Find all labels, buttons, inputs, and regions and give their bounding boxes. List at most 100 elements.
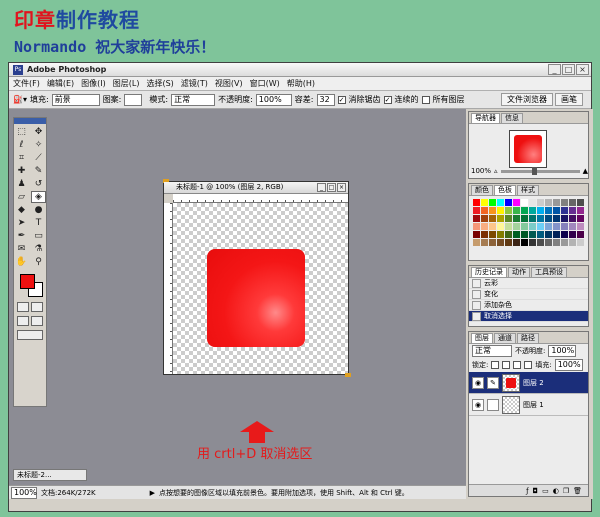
layer-mask-icon[interactable]: ◘: [533, 487, 539, 495]
eyedropper-icon[interactable]: ⚗: [31, 243, 46, 255]
color-swatch[interactable]: [497, 223, 504, 230]
jump-to-imageready-icon[interactable]: [17, 330, 43, 340]
tab-swatches[interactable]: 色板: [494, 185, 516, 195]
color-swatch[interactable]: [561, 223, 568, 230]
color-swatch[interactable]: [489, 207, 496, 214]
color-swatch[interactable]: [489, 239, 496, 246]
mode-select[interactable]: 正常: [171, 93, 216, 106]
lock-all-icon[interactable]: [524, 361, 533, 369]
history-item[interactable]: 变化: [469, 289, 588, 300]
color-swatch[interactable]: [473, 215, 480, 222]
history-item[interactable]: 云彩: [469, 278, 588, 289]
color-swatch[interactable]: [545, 223, 552, 230]
tab-channels[interactable]: 通道: [494, 333, 516, 343]
healing-brush-icon[interactable]: ✚: [14, 165, 29, 177]
color-swatch[interactable]: [497, 239, 504, 246]
type-tool-icon[interactable]: T: [31, 217, 46, 229]
visibility-eye-icon[interactable]: ◉: [472, 376, 484, 389]
color-swatch[interactable]: [529, 215, 536, 222]
color-swatch[interactable]: [505, 207, 512, 214]
lasso-tool-icon[interactable]: ℓ: [14, 139, 29, 151]
color-swatch[interactable]: [529, 223, 536, 230]
history-item[interactable]: 添加杂色: [469, 300, 588, 311]
vertical-ruler[interactable]: [164, 203, 173, 374]
color-swatch[interactable]: [481, 231, 488, 238]
menu-image[interactable]: 图像(I): [81, 78, 106, 89]
tab-history[interactable]: 历史记录: [471, 267, 507, 277]
lock-transparency-icon[interactable]: [491, 361, 500, 369]
zoom-out-icon[interactable]: ▵: [494, 167, 498, 175]
color-swatch[interactable]: [473, 223, 480, 230]
color-swatch[interactable]: [545, 207, 552, 214]
layer-opacity-input[interactable]: 100%: [548, 345, 577, 357]
close-button[interactable]: ×: [576, 64, 589, 75]
menu-help[interactable]: 帮助(H): [287, 78, 315, 89]
menu-edit[interactable]: 编辑(E): [47, 78, 74, 89]
color-swatch[interactable]: [545, 215, 552, 222]
layer-style-icon[interactable]: ƒ: [526, 487, 528, 495]
menu-view[interactable]: 视图(V): [215, 78, 243, 89]
color-swatch[interactable]: [529, 231, 536, 238]
status-doc-size[interactable]: 文档:264K/272K: [41, 488, 96, 498]
hand-tool-icon[interactable]: ✋: [14, 256, 29, 268]
new-layer-icon[interactable]: ❐: [563, 487, 569, 495]
color-swatch[interactable]: [473, 239, 480, 246]
quickmask-mode-icon[interactable]: [31, 302, 43, 312]
horizontal-ruler[interactable]: [173, 194, 348, 203]
standard-mode-icon[interactable]: [17, 302, 29, 312]
paint-bucket-icon[interactable]: ◈: [31, 191, 46, 203]
layer-row-selected[interactable]: ◉ ✎ 图层 2: [469, 372, 588, 394]
brush-tool-icon[interactable]: ✎: [31, 165, 46, 177]
menu-file[interactable]: 文件(F): [13, 78, 40, 89]
doc-minimize-button[interactable]: _: [317, 183, 326, 192]
fill-select[interactable]: 前景: [51, 93, 100, 106]
color-swatch[interactable]: [505, 231, 512, 238]
color-swatch[interactable]: [529, 199, 536, 206]
color-swatch[interactable]: [513, 207, 520, 214]
color-swatch[interactable]: [553, 207, 560, 214]
color-swatch[interactable]: [577, 207, 584, 214]
marquee-tool-icon[interactable]: ⬚: [14, 126, 29, 138]
layer-set-icon[interactable]: ▭: [542, 487, 549, 495]
color-swatch[interactable]: [473, 231, 480, 238]
clone-stamp-icon[interactable]: ♟: [14, 178, 29, 190]
color-swatch[interactable]: [537, 207, 544, 214]
pen-tool-icon[interactable]: ✒: [14, 230, 29, 242]
color-swatch[interactable]: [569, 215, 576, 222]
color-swatch[interactable]: [561, 231, 568, 238]
tab-styles[interactable]: 样式: [517, 185, 539, 195]
doc-maximize-button[interactable]: □: [327, 183, 336, 192]
opacity-input[interactable]: 100%: [255, 93, 292, 106]
color-swatch[interactable]: [577, 215, 584, 222]
eraser-tool-icon[interactable]: ▱: [14, 191, 29, 203]
color-swatch[interactable]: [513, 199, 520, 206]
screen-mode-standard-icon[interactable]: [17, 316, 29, 326]
color-swatch[interactable]: [513, 231, 520, 238]
layer-row[interactable]: ◉ 图层 1: [469, 394, 588, 416]
color-swatch[interactable]: [521, 231, 528, 238]
paint-bucket-tool-icon[interactable]: ⛽▾: [13, 95, 27, 104]
color-swatch[interactable]: [545, 199, 552, 206]
menu-layer[interactable]: 图层(L): [113, 78, 140, 89]
color-swatch[interactable]: [537, 239, 544, 246]
delete-layer-icon[interactable]: 🗑: [573, 487, 582, 495]
image-canvas[interactable]: [173, 203, 348, 374]
minimize-button[interactable]: _: [548, 64, 561, 75]
color-swatch[interactable]: [553, 199, 560, 206]
minimized-document[interactable]: 未标题-2...: [13, 469, 87, 481]
tab-navigator[interactable]: 导航器: [471, 113, 500, 123]
color-swatch[interactable]: [561, 239, 568, 246]
blend-mode-select[interactable]: 正常: [472, 345, 512, 357]
navigator-zoom-slider[interactable]: [500, 166, 580, 175]
adjustment-layer-icon[interactable]: ◐: [553, 487, 559, 495]
color-swatch[interactable]: [513, 215, 520, 222]
color-swatch[interactable]: [561, 199, 568, 206]
color-swatch[interactable]: [569, 239, 576, 246]
color-swatch[interactable]: [577, 239, 584, 246]
layer-brush-icon[interactable]: ✎: [487, 376, 499, 389]
slice-tool-icon[interactable]: ⟋: [31, 152, 46, 164]
color-swatch[interactable]: [473, 207, 480, 214]
color-swatch[interactable]: [513, 239, 520, 246]
color-swatch[interactable]: [569, 207, 576, 214]
lock-position-icon[interactable]: [513, 361, 522, 369]
